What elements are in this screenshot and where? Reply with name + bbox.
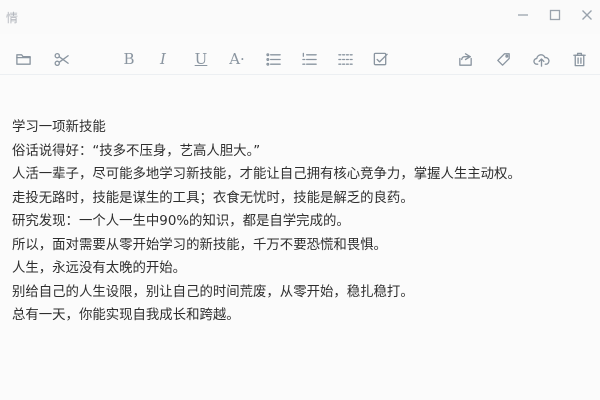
delete-button[interactable] (568, 48, 590, 70)
font-color-label: A· (229, 50, 245, 68)
document-heading: 学习一项新技能 (12, 120, 106, 135)
cloud-upload-icon (532, 53, 550, 67)
paragraph: 走投无路时，技能是谋生的工具；衣食无忧时，技能是解乏的良药。 (12, 190, 414, 206)
minimize-icon (518, 14, 528, 16)
document-body[interactable]: 学习一项新技能 俗话说得好：“技多不压身，艺高人胆大。” 人活一辈子，尽可能多地… (12, 116, 592, 328)
numbered-list-icon (301, 52, 317, 65)
share-button[interactable] (454, 48, 476, 70)
minimize-button[interactable] (516, 8, 530, 22)
share-icon (458, 52, 472, 66)
title-bar: 情 (0, 0, 600, 34)
scissors-icon (54, 52, 69, 66)
italic-button[interactable]: I (152, 48, 174, 70)
cloud-upload-button[interactable] (530, 48, 552, 70)
tag-icon (496, 52, 510, 66)
bold-button[interactable]: B (118, 48, 140, 70)
window-controls (516, 8, 594, 22)
paragraph: 总有一天，你能实现自我成长和跨越。 (12, 308, 240, 323)
paragraph: 人活一辈子，尽可能多地学习新技能，才能让自己拥有核心竞争力，掌握人生主动权。 (12, 167, 521, 182)
window-title: 情 (6, 11, 19, 25)
paragraph: 别给自己的人生设限，别让自己的时间荒废，从零开始，稳扎稳打。 (12, 284, 414, 300)
italic-label: I (160, 50, 166, 68)
paragraph: 俗话说得好：“技多不压身，艺高人胆大。” (12, 143, 261, 159)
trash-icon (572, 52, 586, 66)
bullet-list-icon (265, 52, 281, 66)
close-icon (582, 10, 592, 20)
checkbox-icon (373, 52, 388, 65)
maximize-icon (549, 9, 561, 21)
cut-button[interactable] (50, 48, 72, 70)
bold-label: B (123, 50, 135, 68)
paragraph: 所以，面对需要从零开始学习的新技能，千万不要恐慌和畏惧。 (12, 237, 387, 253)
maximize-button[interactable] (548, 8, 562, 22)
close-button[interactable] (580, 8, 594, 22)
underline-button[interactable]: U (190, 48, 212, 70)
underline-label: U (194, 50, 208, 68)
folder-icon (15, 53, 31, 65)
font-color-button[interactable]: A· (226, 48, 248, 70)
numbered-list-button[interactable] (298, 48, 320, 70)
editor-toolbar: B I U A· (0, 44, 600, 75)
paragraph: 人生，永远没有太晚的开始。 (12, 261, 187, 276)
paragraph: 研究发现：一个人一生中90%的知识，都是自学完成的。 (12, 214, 350, 229)
divider-button[interactable] (334, 48, 356, 70)
tag-button[interactable] (492, 48, 514, 70)
divider-icon (337, 53, 353, 65)
bullet-list-button[interactable] (262, 48, 284, 70)
open-folder-button[interactable] (12, 48, 34, 70)
checkbox-button[interactable] (369, 48, 391, 70)
